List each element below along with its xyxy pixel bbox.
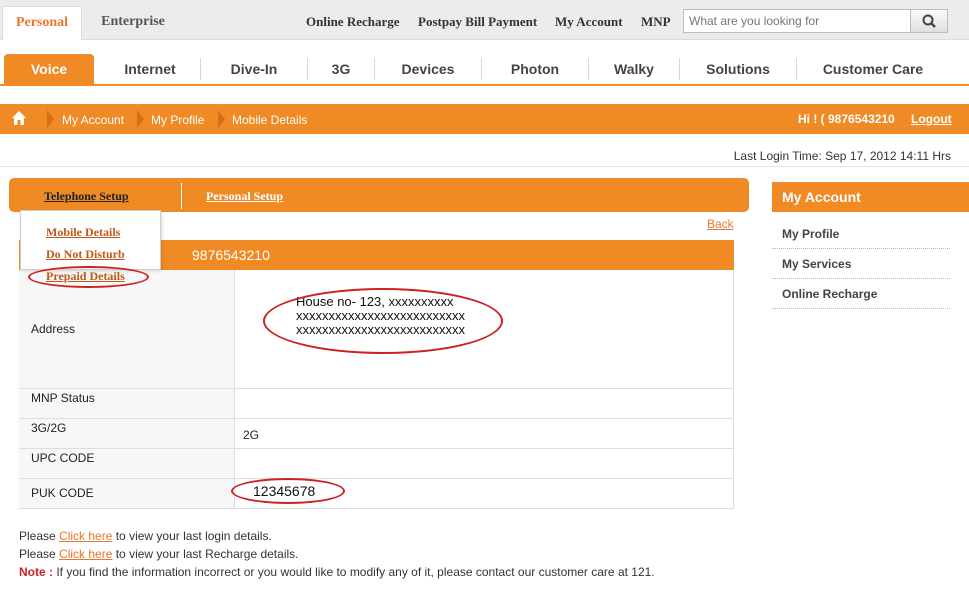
sidebar-item-online-recharge[interactable]: Online Recharge — [772, 279, 950, 309]
tab-telephone-setup[interactable]: Telephone Setup — [44, 189, 129, 204]
nav-tab-photon[interactable]: Photon — [482, 54, 588, 84]
recharge-details-note: Please Click here to view your last Rech… — [19, 547, 298, 561]
note-label: Note : — [19, 565, 53, 579]
nav-tab-devices[interactable]: Devices — [375, 54, 481, 84]
breadcrumb-mobile-details: Mobile Details — [232, 113, 308, 127]
breadcrumb-my-profile[interactable]: My Profile — [151, 113, 204, 127]
nav-tab-voice[interactable]: Voice — [4, 54, 94, 84]
note-text: to view your last Recharge details. — [112, 547, 299, 561]
customer-care-note: Note : If you find the information incor… — [19, 565, 655, 579]
breadcrumb-arrow-icon — [47, 110, 54, 128]
search-button[interactable] — [910, 9, 948, 33]
sidebar-title: My Account — [772, 182, 969, 212]
tab-separator — [181, 183, 182, 209]
search-icon — [922, 14, 936, 28]
nav-tab-internet[interactable]: Internet — [100, 54, 200, 84]
mnp-link[interactable]: MNP — [641, 14, 671, 30]
nav-tab-solutions[interactable]: Solutions — [680, 54, 796, 84]
menu-item-do-not-disturb[interactable]: Do Not Disturb — [46, 247, 125, 262]
home-icon[interactable] — [11, 110, 27, 129]
nav-tab-walky[interactable]: Walky — [589, 54, 679, 84]
search-input[interactable] — [683, 9, 911, 33]
note-text: to view your last login details. — [112, 529, 272, 543]
mobile-number-value: 9876543210 — [192, 247, 270, 263]
sidebar-item-my-services[interactable]: My Services — [772, 249, 950, 279]
breadcrumb-arrow-icon — [218, 110, 225, 128]
puk-code-label: PUK CODE — [31, 486, 94, 500]
note-text: Please — [19, 547, 60, 561]
online-recharge-link[interactable]: Online Recharge — [306, 14, 400, 30]
sidebar-item-my-profile[interactable]: My Profile — [772, 219, 950, 249]
network-type-value: 2G — [243, 428, 260, 442]
nav-tab-dive-in[interactable]: Dive-In — [201, 54, 307, 84]
postpay-bill-payment-link[interactable]: Postpay Bill Payment — [418, 14, 537, 30]
login-details-link[interactable]: Click here — [59, 529, 112, 543]
nav-underline — [0, 84, 969, 86]
nav-tab-3g[interactable]: 3G — [308, 54, 374, 84]
tab-personal-setup[interactable]: Personal Setup — [206, 189, 283, 204]
nav-tab-customer-care[interactable]: Customer Care — [797, 54, 949, 84]
breadcrumb-my-account[interactable]: My Account — [62, 113, 124, 127]
divider — [0, 166, 969, 167]
greeting-text: Hi ! ( 9876543210 — [798, 112, 895, 126]
note-text: Please — [19, 529, 60, 543]
prepaid-highlight-oval — [28, 266, 149, 288]
address-label: Address — [31, 322, 76, 336]
puk-highlight-oval — [231, 478, 345, 504]
upc-code-label: UPC CODE — [31, 451, 95, 465]
note-text: If you find the information incorrect or… — [53, 565, 655, 579]
recharge-details-link[interactable]: Click here — [59, 547, 112, 561]
mnp-status-label: MNP Status — [31, 391, 95, 405]
my-account-link[interactable]: My Account — [555, 14, 623, 30]
back-link[interactable]: Back — [707, 217, 734, 231]
login-details-note: Please Click here to view your last logi… — [19, 529, 272, 543]
menu-item-mobile-details[interactable]: Mobile Details — [46, 225, 120, 240]
breadcrumb-arrow-icon — [137, 110, 144, 128]
segment-enterprise-tab[interactable]: Enterprise — [88, 6, 178, 40]
last-login-time: Last Login Time: Sep 17, 2012 14:11 Hrs — [733, 149, 951, 163]
segment-personal-tab[interactable]: Personal — [2, 6, 82, 40]
address-highlight-oval — [263, 288, 503, 354]
network-type-label: 3G/2G — [31, 421, 67, 435]
logout-link[interactable]: Logout — [911, 112, 952, 126]
